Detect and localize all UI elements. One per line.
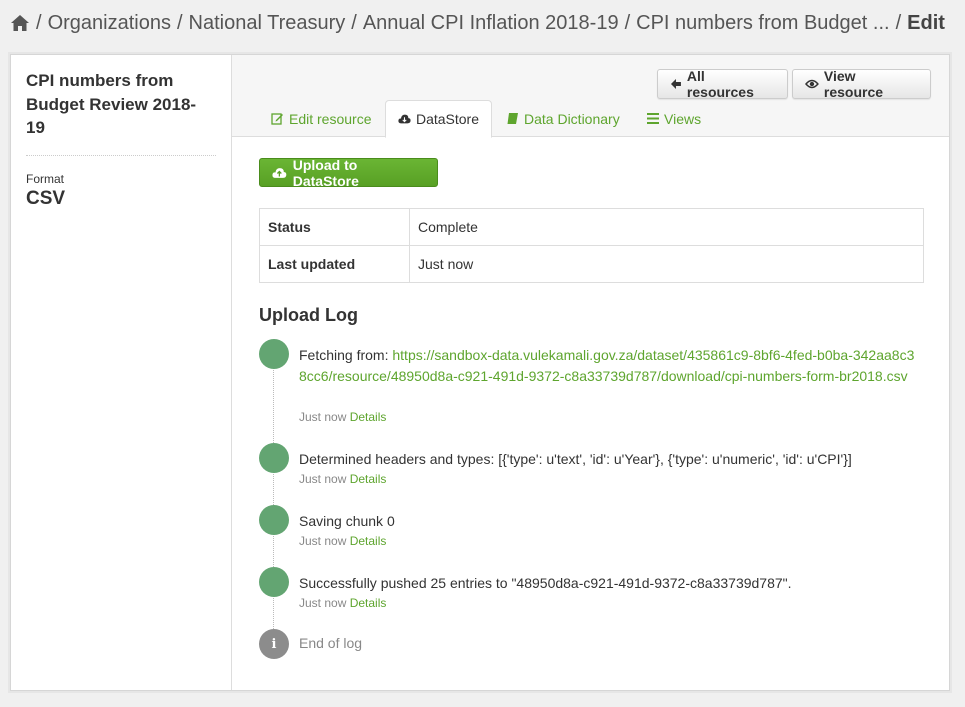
info-icon: i: [259, 629, 289, 659]
details-link[interactable]: Details: [350, 596, 387, 610]
log-meta: Just now Details: [299, 472, 386, 486]
edit-icon: [271, 113, 283, 125]
tab-datastore-label: DataStore: [415, 111, 479, 127]
tab-edit-resource[interactable]: Edit resource: [259, 100, 383, 137]
last-updated-key: Last updated: [259, 245, 410, 283]
tab-data-dictionary[interactable]: Data Dictionary: [495, 100, 632, 137]
log-status-dot: [259, 443, 289, 473]
breadcrumb: / Organizations / National Treasury / An…: [10, 10, 945, 36]
details-link[interactable]: Details: [350, 410, 387, 424]
all-resources-label: All resources: [686, 68, 754, 100]
breadcrumb-organization[interactable]: National Treasury: [189, 12, 346, 35]
status-table: Status Complete Last updated Just now: [259, 208, 924, 283]
arrow-left-icon: [670, 79, 681, 89]
fetch-url-link[interactable]: https://sandbox-data.vulekamali.gov.za/d…: [299, 347, 914, 384]
tab-views[interactable]: Views: [635, 100, 713, 137]
tab-views-label: Views: [664, 110, 702, 127]
log-time: Just now: [299, 472, 347, 486]
status-value: Complete: [409, 208, 924, 246]
details-link[interactable]: Details: [350, 534, 387, 548]
sidebar: CPI numbers from Budget Review 2018-19 F…: [11, 55, 232, 690]
breadcrumb-current: Edit: [907, 11, 945, 34]
page-header: All resources View resource Edit resourc…: [232, 55, 949, 138]
breadcrumb-dataset[interactable]: Annual CPI Inflation 2018-19: [363, 12, 619, 35]
log-meta: Just now Details: [299, 534, 386, 548]
cloud-upload-icon: [272, 167, 287, 178]
details-link[interactable]: Details: [350, 472, 387, 486]
tab-dictionary-label: Data Dictionary: [524, 110, 620, 127]
log-time: Just now: [299, 596, 347, 610]
upload-to-datastore-button[interactable]: Upload to DataStore: [259, 156, 438, 189]
last-updated-value: Just now: [409, 245, 924, 283]
log-text: Saving chunk 0: [299, 513, 395, 529]
sidebar-divider: [26, 155, 216, 156]
content-wrapper: CPI numbers from Budget Review 2018-19 F…: [10, 54, 950, 691]
status-key: Status: [259, 208, 410, 246]
format-value: CSV: [26, 188, 66, 209]
log-prefix: Fetching from:: [299, 347, 393, 363]
log-meta: Just now Details: [299, 596, 386, 610]
log-status-dot: [259, 567, 289, 597]
log-text: Successfully pushed 25 entries to "48950…: [299, 575, 792, 591]
log-meta: Just now Details: [299, 410, 386, 424]
table-row: Status Complete: [259, 208, 924, 246]
breadcrumb-organizations[interactable]: Organizations: [48, 12, 171, 35]
log-time: Just now: [299, 534, 347, 548]
resource-title: CPI numbers from Budget Review 2018-19: [26, 71, 197, 137]
log-time: Just now: [299, 410, 347, 424]
tab-edit-label: Edit resource: [289, 110, 372, 127]
view-resource-label: View resource: [823, 68, 884, 100]
all-resources-button[interactable]: All resources: [657, 68, 788, 100]
eye-icon: [805, 79, 819, 89]
main-panel: All resources View resource Edit resourc…: [232, 55, 949, 690]
log-text: Fetching from: https://sandbox-data.vule…: [299, 345, 919, 387]
table-row: Last updated Just now: [259, 245, 924, 283]
format-label: Format: [26, 172, 65, 186]
end-of-log-text: End of log: [299, 635, 363, 651]
home-icon[interactable]: [10, 14, 30, 32]
book-icon: [507, 113, 518, 124]
breadcrumb-resource[interactable]: CPI numbers from Budget ...: [636, 12, 889, 35]
view-resource-button[interactable]: View resource: [792, 68, 931, 100]
log-status-dot: [259, 505, 289, 535]
log-status-dot: [259, 339, 289, 369]
log-text: Determined headers and types: [{'type': …: [299, 451, 852, 467]
upload-log-title: Upload Log: [259, 305, 358, 325]
cloud-icon: [398, 114, 411, 124]
tab-datastore[interactable]: DataStore: [385, 100, 492, 138]
upload-label: Upload to DataStore: [292, 156, 359, 189]
list-icon: [647, 113, 659, 124]
